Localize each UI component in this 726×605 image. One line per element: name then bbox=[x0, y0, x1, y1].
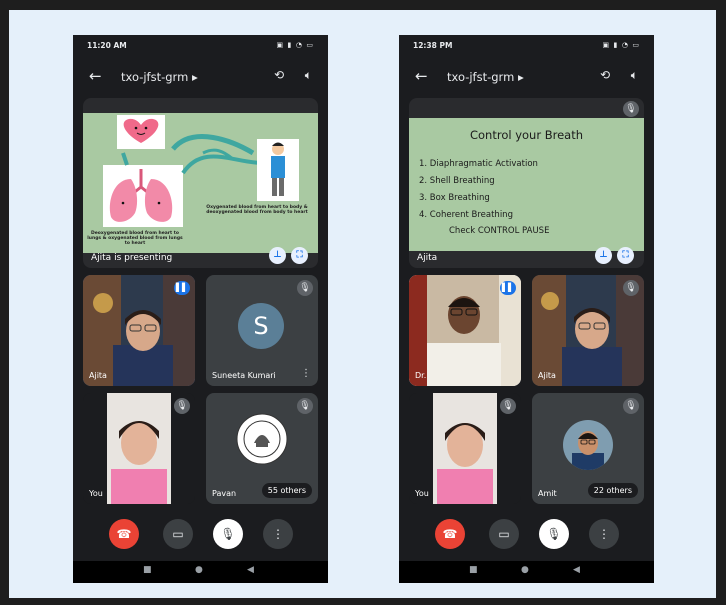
participant-tile-you[interactable]: 🎙︎ You bbox=[409, 393, 521, 504]
participant-name: Pavan bbox=[212, 489, 237, 498]
mic-off-icon: 🎙︎ bbox=[623, 101, 639, 117]
home-icon[interactable]: ● bbox=[521, 565, 529, 575]
status-bar: 11:20 AM ▣ ▮ ◔ ▭ bbox=[73, 35, 328, 55]
mic-off-icon: 🎙︎ bbox=[623, 398, 639, 414]
presenter-label: Ajita bbox=[417, 253, 438, 263]
others-count-badge[interactable]: 55 others bbox=[261, 483, 312, 498]
switch-camera-icon[interactable]: ⟲ bbox=[600, 68, 610, 82]
video-camera-icon[interactable]: ▭ bbox=[489, 519, 519, 549]
mic-off-icon: 🎙︎ bbox=[174, 398, 190, 414]
avatar: S bbox=[238, 303, 284, 349]
phone-screen-right: 12:38 PM ▣ ▮ ◔ ▭ ← txo-jfst-grm ▸ ⟲ 🔈︎ 🎙… bbox=[399, 35, 654, 583]
mic-off-icon: 🎙︎ bbox=[297, 280, 313, 296]
participant-name: Suneeta Kumari bbox=[212, 371, 276, 380]
call-controls: ☎ ▭ 🎙︎ ⋮ bbox=[399, 515, 654, 555]
slide-list-item: 3. Box Breathing bbox=[419, 193, 490, 203]
presentation-tile[interactable]: 🎙︎ Control your Breath 1. Diaphragmatic … bbox=[409, 98, 644, 268]
participant-tile-suneeta[interactable]: S 🎙︎ Suneeta Kumari ⋮ bbox=[206, 275, 318, 386]
end-call-icon[interactable]: ☎ bbox=[109, 519, 139, 549]
speaker-icon[interactable]: 🔈︎ bbox=[631, 68, 638, 83]
slide-caption-right: Oxygenated blood from heart to body & de… bbox=[206, 205, 308, 215]
phone-screen-left: 11:20 AM ▣ ▮ ◔ ▭ ← txo-jfst-grm ▸ ⟲ 🔈︎ D… bbox=[73, 35, 328, 583]
speaking-indicator-icon: ▌▌ bbox=[500, 281, 516, 295]
slide-caption-left: Deoxygenated blood from heart to lungs &… bbox=[87, 231, 183, 246]
android-nav-bar: ■ ● ◀ bbox=[399, 561, 654, 583]
participant-name: Ajita bbox=[89, 371, 107, 380]
others-count-badge[interactable]: 22 others bbox=[587, 483, 638, 498]
shared-slide: Deoxygenated blood from heart to lungs &… bbox=[83, 113, 318, 253]
slide-footer: Check CONTROL PAUSE bbox=[449, 226, 550, 236]
participant-name: You bbox=[415, 489, 429, 498]
screenshot-collage: 11:20 AM ▣ ▮ ◔ ▭ ← txo-jfst-grm ▸ ⟲ 🔈︎ D… bbox=[9, 10, 716, 598]
nav-back-icon[interactable]: ◀ bbox=[573, 565, 580, 575]
call-controls: ☎ ▭ 🎙︎ ⋮ bbox=[73, 515, 328, 555]
shared-slide: Control your Breath 1. Diaphragmatic Act… bbox=[409, 118, 644, 251]
more-options-icon[interactable]: ⋮ bbox=[263, 519, 293, 549]
participant-tile-amit[interactable]: 🎙︎ Amit 22 others bbox=[532, 393, 644, 504]
nav-back-icon[interactable]: ◀ bbox=[247, 565, 254, 575]
fullscreen-icon[interactable]: ⛶ bbox=[617, 247, 634, 264]
status-time: 11:20 AM bbox=[87, 41, 127, 50]
participant-name: You bbox=[89, 489, 103, 498]
speaking-indicator-icon: ▌▌ bbox=[174, 281, 190, 295]
recents-icon[interactable]: ■ bbox=[143, 565, 152, 575]
status-bar: 12:38 PM ▣ ▮ ◔ ▭ bbox=[399, 35, 654, 55]
presentation-tile[interactable]: Deoxygenated blood from heart to lungs &… bbox=[83, 98, 318, 268]
slide-list-item: 4. Coherent Breathing bbox=[419, 210, 513, 220]
participant-tile-ajita[interactable]: ▌▌ Ajita bbox=[83, 275, 195, 386]
slide-title: Control your Breath bbox=[469, 128, 584, 142]
android-nav-bar: ■ ● ◀ bbox=[73, 561, 328, 583]
meeting-code[interactable]: txo-jfst-grm ▸ bbox=[447, 70, 524, 84]
video-camera-icon[interactable]: ▭ bbox=[163, 519, 193, 549]
pin-icon[interactable]: ⊥ bbox=[269, 247, 286, 264]
more-options-icon[interactable]: ⋮ bbox=[301, 368, 311, 379]
status-icons: ▣ ▮ ◔ ▭ bbox=[602, 41, 640, 49]
end-call-icon[interactable]: ☎ bbox=[435, 519, 465, 549]
mic-off-icon: 🎙︎ bbox=[297, 398, 313, 414]
speaker-icon[interactable]: 🔈︎ bbox=[305, 68, 312, 83]
presenter-label: Ajita is presenting bbox=[91, 253, 173, 263]
back-arrow-icon[interactable]: ← bbox=[89, 67, 102, 85]
mic-off-icon: 🎙︎ bbox=[623, 280, 639, 296]
mic-off-icon: 🎙︎ bbox=[500, 398, 516, 414]
participant-tile-ajita[interactable]: 🎙︎ Ajita bbox=[532, 275, 644, 386]
slide-list: 1. Diaphragmatic Activation 2. Shell Bre… bbox=[419, 156, 538, 224]
recents-icon[interactable]: ■ bbox=[469, 565, 478, 575]
participant-tile-dr[interactable]: ▌▌ Dr. bbox=[409, 275, 521, 386]
back-arrow-icon[interactable]: ← bbox=[415, 67, 428, 85]
mic-off-icon[interactable]: 🎙︎ bbox=[539, 519, 569, 549]
slide-list-item: 2. Shell Breathing bbox=[419, 176, 495, 186]
more-options-icon[interactable]: ⋮ bbox=[589, 519, 619, 549]
slide-list-item: 1. Diaphragmatic Activation bbox=[419, 159, 538, 169]
fullscreen-icon[interactable]: ⛶ bbox=[291, 247, 308, 264]
meeting-top-bar: ← txo-jfst-grm ▸ ⟲ 🔈︎ bbox=[399, 63, 654, 93]
participant-name: Ajita bbox=[538, 371, 556, 380]
meeting-code[interactable]: txo-jfst-grm ▸ bbox=[121, 70, 198, 84]
mic-off-icon[interactable]: 🎙︎ bbox=[213, 519, 243, 549]
participant-tile-you[interactable]: 🎙︎ You bbox=[83, 393, 195, 504]
participant-tile-pavan[interactable]: 🎙︎ Pavan 55 others bbox=[206, 393, 318, 504]
participant-name: Dr. bbox=[415, 371, 427, 380]
pin-icon[interactable]: ⊥ bbox=[595, 247, 612, 264]
meeting-top-bar: ← txo-jfst-grm ▸ ⟲ 🔈︎ bbox=[73, 63, 328, 93]
home-icon[interactable]: ● bbox=[195, 565, 203, 575]
participant-name: Amit bbox=[538, 489, 557, 498]
switch-camera-icon[interactable]: ⟲ bbox=[274, 68, 284, 82]
status-time: 12:38 PM bbox=[413, 41, 453, 50]
status-icons: ▣ ▮ ◔ ▭ bbox=[276, 41, 314, 49]
participant-avatar bbox=[563, 420, 613, 470]
emblem-logo bbox=[236, 413, 288, 465]
